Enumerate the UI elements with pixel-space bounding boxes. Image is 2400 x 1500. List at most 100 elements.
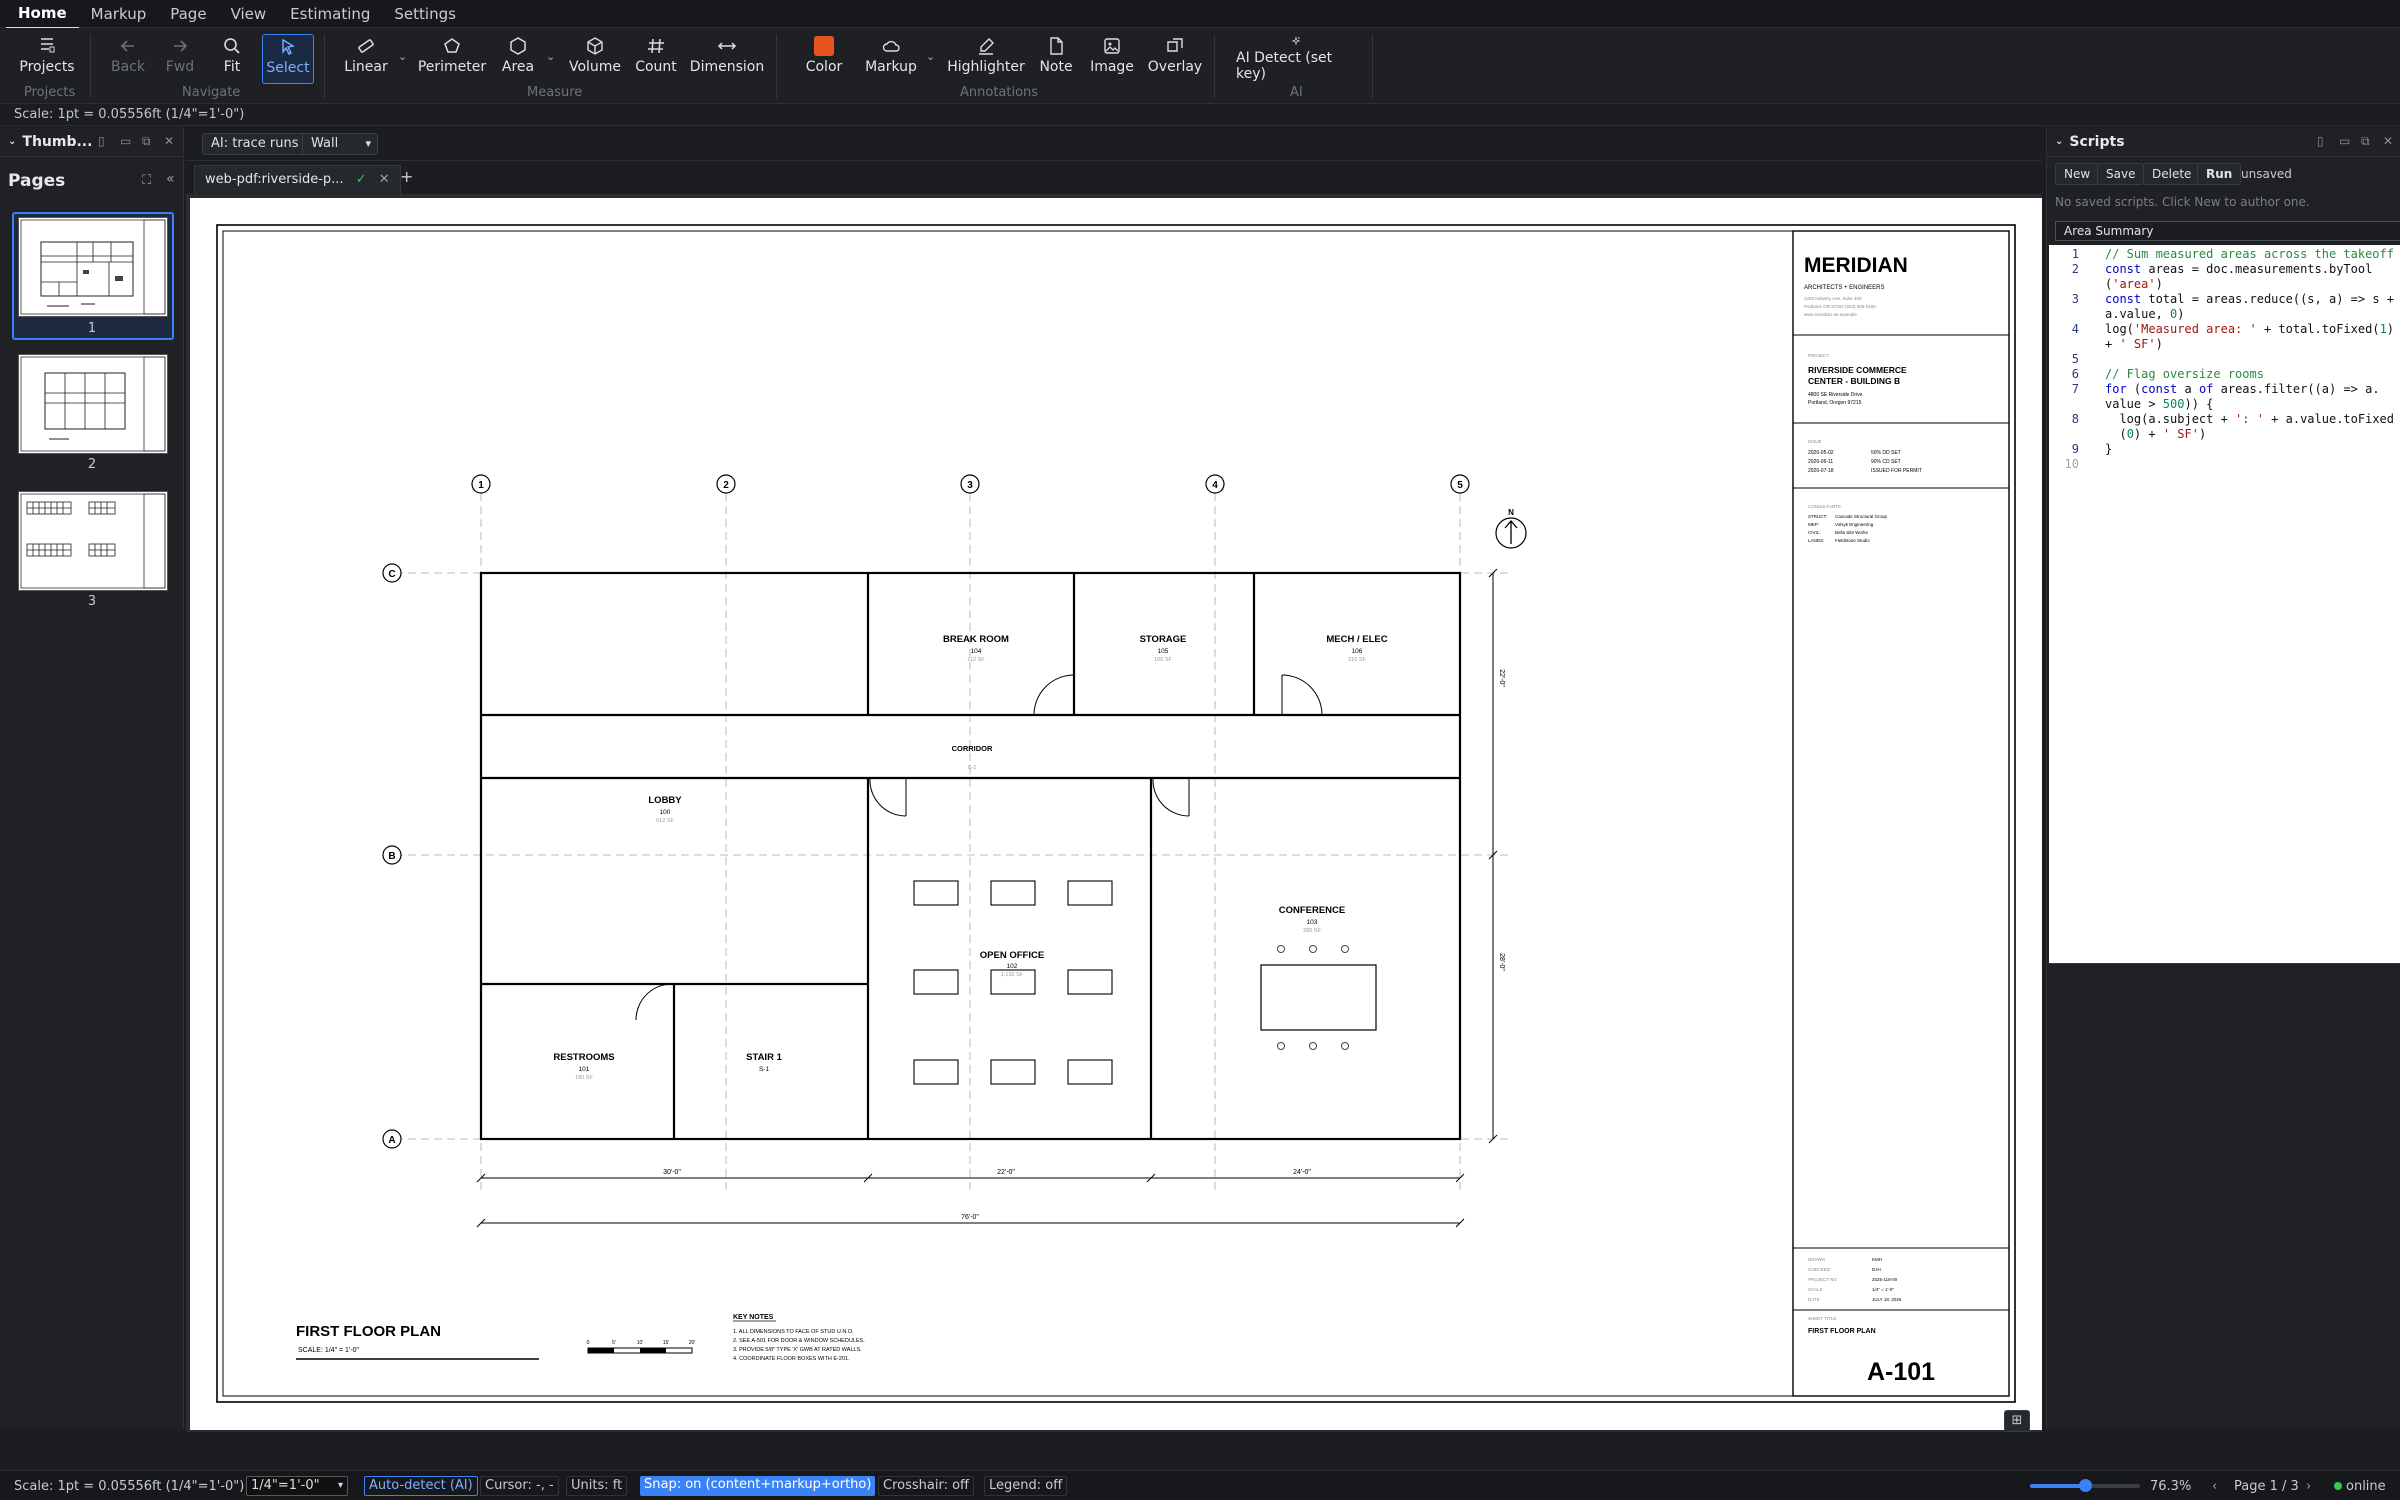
code-editor[interactable]: 1 2 3 4 5 6 7 8 9 10 // Sum measured are… <box>2049 245 2400 963</box>
page-number-1: 1 <box>87 321 97 336</box>
meta-value: JULY 18, 2026 <box>1872 1297 1902 1302</box>
page-number-2: 2 <box>87 457 97 472</box>
collapse-chevron-icon[interactable]: ⌄ <box>2055 136 2063 147</box>
ai-trace-runs-button[interactable]: AI: trace runs <box>202 133 308 155</box>
zoom-slider[interactable] <box>2030 1479 2140 1492</box>
code-line: // Sum measured areas across the takeoff <box>2105 247 2394 261</box>
menu-home[interactable]: Home <box>6 0 79 29</box>
drawing-sheet[interactable]: 1 2 3 4 5 C B A N BREAK ROOM 104 112 SF … <box>190 198 2042 1430</box>
sparkle-icon <box>1291 36 1301 46</box>
line-number: 7 <box>2071 382 2079 396</box>
perimeter-button[interactable]: Perimeter <box>418 36 486 82</box>
color-button[interactable]: Color <box>804 36 844 82</box>
auto-detect-toggle[interactable]: Auto-detect (AI) <box>364 1476 478 1496</box>
linear-dropdown-chevron-icon[interactable]: ⌄ <box>398 50 407 63</box>
back-button[interactable]: Back <box>108 36 148 82</box>
projects-label: Projects <box>19 59 75 75</box>
key-notes-title: KEY NOTES <box>733 1314 774 1321</box>
save-script-button[interactable]: Save <box>2097 163 2145 185</box>
fit-button[interactable]: Fit <box>218 36 246 82</box>
status-bar: Scale: 1pt = 0.05556ft (1/4"=1'-0") 1/4"… <box>0 1470 2400 1500</box>
grid-label-a: A <box>388 1135 395 1146</box>
grid-label-5: 5 <box>1457 480 1463 491</box>
linear-button[interactable]: Linear <box>344 36 388 82</box>
line-number: 1 <box>2071 247 2079 261</box>
image-button[interactable]: Image <box>1090 36 1134 82</box>
cloud-icon <box>882 40 900 52</box>
collapse-chevron-icon[interactable]: ⌄ <box>8 136 16 147</box>
dimension-label: 30'-0" <box>663 1169 681 1176</box>
ribbon-divider <box>776 34 777 98</box>
markup-dropdown-chevron-icon[interactable]: ⌄ <box>926 50 935 63</box>
scripts-panel: ⌄ Scripts ▯ ▭ ⧉ ✕ New Save Delete Run un… <box>2046 127 2400 1429</box>
menu-settings[interactable]: Settings <box>382 0 468 28</box>
code-line: ('area') <box>2105 277 2163 291</box>
code-line: + ' SF') <box>2105 337 2163 351</box>
script-name-input[interactable]: Area Summary <box>2055 221 2400 241</box>
crosshair-toggle[interactable]: Crosshair: off <box>878 1476 974 1496</box>
panel-title: Thumb... <box>22 133 93 150</box>
dock-left-icon[interactable]: ▯ <box>2317 134 2324 148</box>
note-icon <box>1050 37 1063 55</box>
group-projects-label: Projects <box>24 85 76 100</box>
dock-left-icon[interactable]: ▯ <box>98 134 105 148</box>
issue-date: 2026-05-02 <box>1808 450 1834 456</box>
run-script-button[interactable]: Run <box>2197 163 2242 185</box>
markup-button[interactable]: Markup <box>865 36 917 82</box>
legend-toggle[interactable]: Legend: off <box>984 1476 1068 1496</box>
note-label: Note <box>1039 59 1073 75</box>
ribbon-divider <box>90 34 91 98</box>
line-number: 3 <box>2071 292 2079 306</box>
new-script-button[interactable]: New <box>2055 163 2100 185</box>
room-name: BREAK ROOM <box>943 634 1009 645</box>
collapse-double-chevron-icon[interactable]: « <box>166 171 175 187</box>
page-thumbnail-2[interactable] <box>18 354 168 454</box>
code-line: // Flag oversize rooms <box>2105 367 2264 381</box>
scale-bar-tick: 10' <box>637 1340 644 1346</box>
minimap-toggle-icon[interactable]: ⊞ <box>2004 1410 2030 1432</box>
group-navigate-label: Navigate <box>182 85 241 100</box>
projects-button[interactable]: Projects <box>19 36 75 82</box>
consultants-label: CONSULTANTS <box>1808 504 1841 509</box>
area-dropdown-chevron-icon[interactable]: ⌄ <box>546 50 555 63</box>
area-button[interactable]: Area <box>502 36 534 82</box>
popout-icon[interactable]: ⧉ <box>2361 134 2370 149</box>
close-icon[interactable]: ✕ <box>164 134 174 148</box>
note-button[interactable]: Note <box>1039 36 1073 82</box>
units-toggle[interactable]: Units: ft <box>566 1476 628 1496</box>
dock-bottom-icon[interactable]: ▭ <box>120 134 131 148</box>
count-button[interactable]: Count <box>635 36 677 82</box>
expand-icon[interactable]: ⛶ <box>142 173 151 188</box>
next-page-chevron-icon[interactable]: › <box>2306 1479 2311 1494</box>
popout-icon[interactable]: ⧉ <box>142 134 151 149</box>
plan-scale: SCALE: 1/4" = 1'-0" <box>298 1347 359 1354</box>
tab-close-icon[interactable]: ✕ <box>379 172 390 187</box>
menu-estimating[interactable]: Estimating <box>278 0 382 28</box>
ai-detect-button[interactable]: AI Detect (set key) <box>1236 36 1356 82</box>
scale-select[interactable]: 1/4"=1'-0" ▾ <box>246 1476 348 1496</box>
code-line: } <box>2105 442 2113 456</box>
highlighter-button[interactable]: Highlighter <box>947 36 1025 82</box>
zoom-slider-thumb[interactable] <box>2079 1479 2092 1492</box>
page-thumbnail-3[interactable] <box>18 491 168 591</box>
volume-button[interactable]: Volume <box>569 36 621 82</box>
key-note: 3. PROVIDE 5/8" TYPE 'X' GWB AT RATED WA… <box>733 1347 862 1353</box>
document-tab[interactable]: web-pdf:riverside-p... ✓ ✕ <box>194 165 401 195</box>
overlay-label: Overlay <box>1147 59 1203 75</box>
forward-button[interactable]: Fwd <box>162 36 198 82</box>
close-icon[interactable]: ✕ <box>2383 134 2393 148</box>
snap-toggle[interactable]: Snap: on (content+markup+ortho) <box>640 1476 876 1496</box>
add-tab-button[interactable]: + <box>400 167 413 186</box>
scripts-title: Scripts <box>2069 133 2125 150</box>
dimension-button[interactable]: Dimension <box>690 36 764 82</box>
delete-script-button[interactable]: Delete <box>2143 163 2201 185</box>
dock-bottom-icon[interactable]: ▭ <box>2339 134 2350 148</box>
menu-markup[interactable]: Markup <box>79 0 159 28</box>
overlay-button[interactable]: Overlay <box>1147 36 1203 82</box>
menu-view[interactable]: View <box>219 0 279 28</box>
layer-select[interactable]: Wall ▾ <box>302 133 378 155</box>
select-button[interactable]: Select <box>262 34 314 84</box>
menu-page[interactable]: Page <box>158 0 218 28</box>
issue-desc: ISSUED FOR PERMIT <box>1871 468 1922 474</box>
prev-page-chevron-icon[interactable]: ‹ <box>2212 1479 2217 1494</box>
